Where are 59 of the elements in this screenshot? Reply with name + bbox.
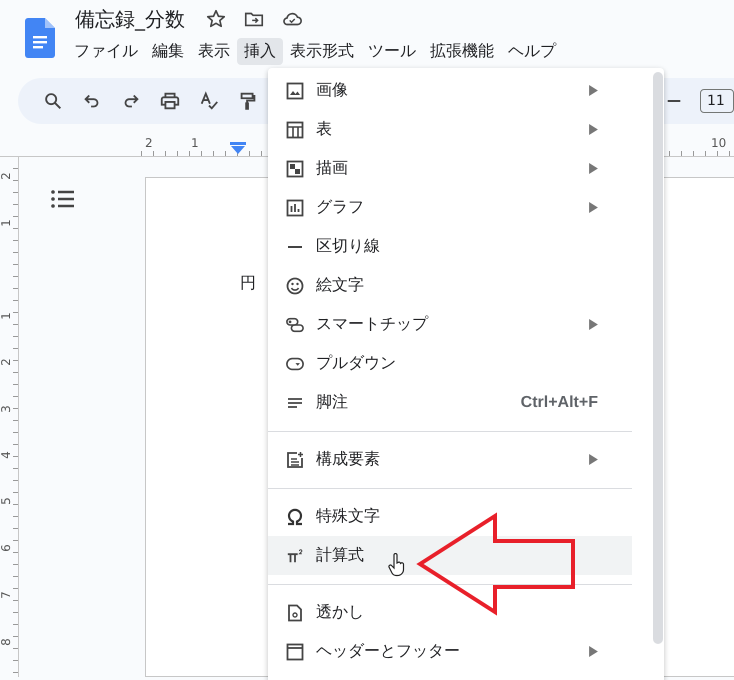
menu-item[interactable]: 拡張機能 [423, 38, 501, 65]
indent-marker-icon[interactable] [230, 142, 246, 154]
menu-item[interactable]: ファイル [67, 38, 145, 65]
font-size-field[interactable]: 11 [700, 89, 734, 113]
menu-option[interactable]: 絵文字 [268, 266, 632, 305]
menu-option[interactable]: ヘッダーとフッター [268, 632, 632, 671]
header-icon [286, 642, 304, 660]
ruler-number: 1 [0, 219, 13, 227]
ruler-number: 2 [0, 358, 13, 366]
menu-option[interactable]: 描画 [268, 149, 632, 188]
ruler-number: 7 [0, 591, 13, 599]
ruler-number: 4 [0, 451, 13, 459]
chip-icon [286, 316, 304, 334]
bar-chart-icon [286, 198, 304, 216]
spellcheck-icon[interactable] [198, 90, 220, 112]
star-icon[interactable] [205, 8, 227, 30]
menu-item[interactable]: 編集 [145, 38, 191, 65]
file-icon [286, 604, 304, 622]
ruler-number: 10 [711, 136, 726, 150]
menu-option[interactable]: 透かし [268, 593, 632, 632]
menu-option[interactable]: 脚注 Ctrl+Alt+F [268, 383, 632, 422]
omega-icon [286, 508, 304, 526]
ruler-number: 2 [145, 136, 153, 150]
ruler-number: 1 [191, 136, 199, 150]
menu-option[interactable]: 表 [268, 110, 632, 149]
menu-option[interactable]: 特殊文字 [268, 497, 632, 536]
menu-option[interactable]: 計算式 [268, 536, 632, 575]
horizontal-line-icon [288, 246, 302, 248]
ruler-number: 1 [0, 312, 13, 320]
menu-option[interactable]: 画像 [268, 71, 632, 110]
table-icon [286, 120, 304, 138]
shapes-icon [286, 160, 304, 178]
image-icon [286, 82, 304, 100]
ruler-number: 2 [0, 172, 13, 180]
body-text: 円 [240, 273, 256, 292]
menu-option[interactable]: プルダウン [268, 344, 632, 383]
menu-item[interactable]: 表示形式 [283, 38, 361, 65]
document-title[interactable]: 備忘録_分数 [75, 6, 185, 32]
pi-squared-icon [286, 546, 304, 564]
menu-item[interactable]: ヘルプ [501, 38, 563, 65]
menu-item[interactable]: 表示 [191, 38, 237, 65]
menu-option[interactable]: グラフ [268, 188, 632, 227]
ruler-number: 8 [0, 638, 13, 646]
document-plus-icon [286, 450, 304, 468]
menu-item[interactable]: 挿入 [237, 38, 283, 65]
menu-option[interactable]: スマートチップ [268, 305, 632, 344]
menu-item[interactable]: ツール [361, 38, 423, 65]
docs-logo-icon[interactable] [25, 18, 55, 58]
hand-cursor-icon [388, 553, 406, 577]
ruler-number: 5 [0, 497, 13, 505]
smiley-icon [286, 276, 304, 294]
ruler-number: 6 [0, 544, 13, 552]
menu-option[interactable]: 区切り線 [268, 227, 632, 266]
menu-option[interactable]: 構成要素 [268, 440, 632, 479]
outline-icon[interactable] [51, 189, 75, 209]
print-icon[interactable] [159, 90, 181, 112]
ruler-number: 3 [0, 405, 13, 413]
scrollbar-thumb[interactable] [653, 72, 663, 644]
search-icon[interactable] [42, 90, 64, 112]
